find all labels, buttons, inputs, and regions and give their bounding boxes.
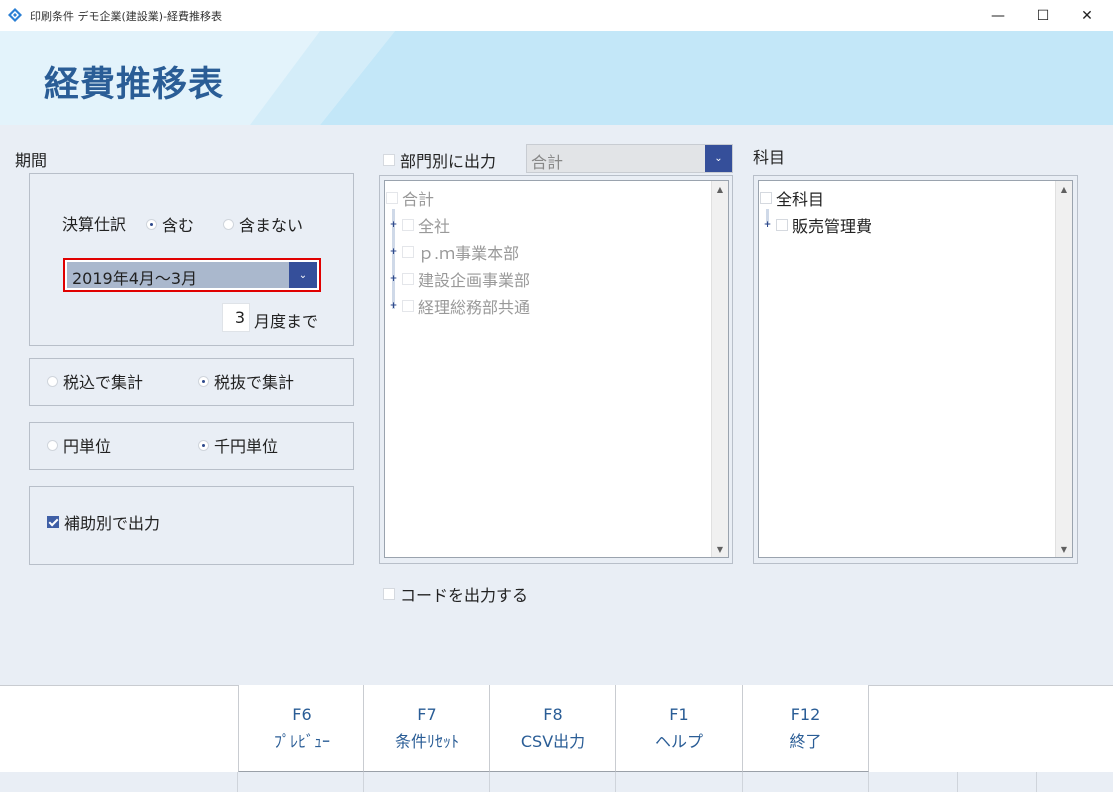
status-divider xyxy=(363,772,364,792)
page-title: 経費推移表 xyxy=(44,65,225,105)
checkbox-indicator xyxy=(402,273,414,285)
settlement-label: 決算仕訳 xyxy=(62,215,127,234)
tree-root-all-accounts[interactable]: 全科目 xyxy=(760,186,824,210)
status-divider xyxy=(489,772,490,792)
window-title: 印刷条件 デモ企業(建設業)-経費推移表 xyxy=(30,10,223,23)
header-banner: 経費推移表 xyxy=(0,31,1113,125)
period-label: 期間 xyxy=(15,151,48,170)
checkbox-indicator xyxy=(402,300,414,312)
account-label: 科目 xyxy=(753,148,786,167)
tree-item[interactable]: + 建設企画事業部 xyxy=(389,267,530,291)
code-output-checkbox[interactable]: コードを出力する xyxy=(383,582,528,606)
chevron-down-icon[interactable]: ⌄ xyxy=(289,262,317,288)
checkbox-indicator xyxy=(47,516,59,528)
account-scrollbar[interactable]: ▲ ▼ xyxy=(1055,181,1072,557)
tax-included-radio[interactable]: 税込で集計 xyxy=(47,369,143,393)
radio-indicator xyxy=(198,439,209,451)
status-divider xyxy=(237,772,238,792)
checkbox-indicator xyxy=(402,219,414,231)
scroll-up-arrow-icon[interactable]: ▲ xyxy=(712,181,728,197)
close-button[interactable]: ✕ xyxy=(1064,0,1110,31)
f6-preview-button[interactable]: F6 ﾌﾟﾚﾋﾞｭｰ xyxy=(238,685,365,772)
radio-indicator xyxy=(146,218,157,230)
scroll-down-arrow-icon[interactable]: ▼ xyxy=(712,541,728,557)
account-tree[interactable]: 全科目 + 販売管理費 ▲ ▼ xyxy=(758,180,1073,558)
status-divider xyxy=(615,772,616,792)
status-divider xyxy=(957,772,958,792)
expand-plus-icon[interactable]: + xyxy=(389,220,398,230)
expand-plus-icon[interactable]: + xyxy=(389,301,398,311)
f8-csv-output-button[interactable]: F8 CSV出力 xyxy=(489,685,616,772)
checkbox-indicator xyxy=(402,246,414,258)
period-range-value: 2019年4月～3月 xyxy=(72,269,198,288)
radio-indicator xyxy=(223,218,234,230)
status-divider xyxy=(742,772,743,792)
department-tree[interactable]: 合計 + 全社 + ｐ.ｍ事業本部 + 建設企画事業部 + 経理総務部共通 ▲ … xyxy=(384,180,729,558)
month-input[interactable]: 3 xyxy=(222,303,250,332)
scroll-down-arrow-icon[interactable]: ▼ xyxy=(1056,541,1072,557)
settlement-include-radio[interactable]: 含む xyxy=(146,212,194,236)
radio-indicator xyxy=(47,439,58,451)
checkbox-indicator xyxy=(776,219,788,231)
maximize-button[interactable]: ☐ xyxy=(1020,0,1066,31)
app-logo-icon xyxy=(8,8,22,22)
tree-item[interactable]: + 販売管理費 xyxy=(763,213,872,237)
checkbox-indicator xyxy=(383,154,395,166)
yen-unit-radio[interactable]: 円単位 xyxy=(47,433,111,457)
department-output-checkbox[interactable]: 部門別に出力 xyxy=(383,148,496,172)
month-suffix-label: 月度まで xyxy=(254,312,319,331)
expand-plus-icon[interactable]: + xyxy=(389,274,398,284)
tree-item[interactable]: + ｐ.ｍ事業本部 xyxy=(389,240,519,264)
tree-item[interactable]: + 経理総務部共通 xyxy=(389,294,530,318)
minimize-button[interactable]: — xyxy=(975,0,1021,31)
scroll-up-arrow-icon[interactable]: ▲ xyxy=(1056,181,1072,197)
status-divider xyxy=(1036,772,1037,792)
checkbox-indicator xyxy=(383,588,395,600)
checkbox-indicator xyxy=(760,192,772,204)
settlement-exclude-radio[interactable]: 含まない xyxy=(223,212,303,236)
tree-root-total[interactable]: 合計 xyxy=(386,186,434,210)
f7-reset-button[interactable]: F7 条件ﾘｾｯﾄ xyxy=(363,685,490,772)
department-select[interactable]: 合計 ⌄ xyxy=(526,144,733,173)
f12-exit-button[interactable]: F12 終了 xyxy=(742,685,869,772)
period-range-field: 2019年4月～3月 ⌄ xyxy=(67,262,317,288)
aux-output-checkbox[interactable]: 補助別で出力 xyxy=(47,510,160,534)
chevron-down-icon[interactable]: ⌄ xyxy=(705,145,732,172)
tree-item[interactable]: + 全社 xyxy=(389,213,450,237)
expand-plus-icon[interactable]: + xyxy=(763,220,772,230)
radio-indicator xyxy=(198,375,209,387)
f1-help-button[interactable]: F1 ヘルプ xyxy=(615,685,742,772)
expand-plus-icon[interactable]: + xyxy=(389,247,398,257)
radio-indicator xyxy=(47,375,58,387)
department-scrollbar[interactable]: ▲ ▼ xyxy=(711,181,728,557)
period-range-select[interactable]: 2019年4月～3月 ⌄ xyxy=(63,258,321,292)
status-bar xyxy=(0,772,1113,792)
thousand-yen-unit-radio[interactable]: 千円単位 xyxy=(198,433,278,457)
checkbox-indicator xyxy=(386,192,398,204)
department-select-value: 合計 xyxy=(531,153,564,172)
status-divider xyxy=(868,772,869,792)
tax-excluded-radio[interactable]: 税抜で集計 xyxy=(198,369,294,393)
